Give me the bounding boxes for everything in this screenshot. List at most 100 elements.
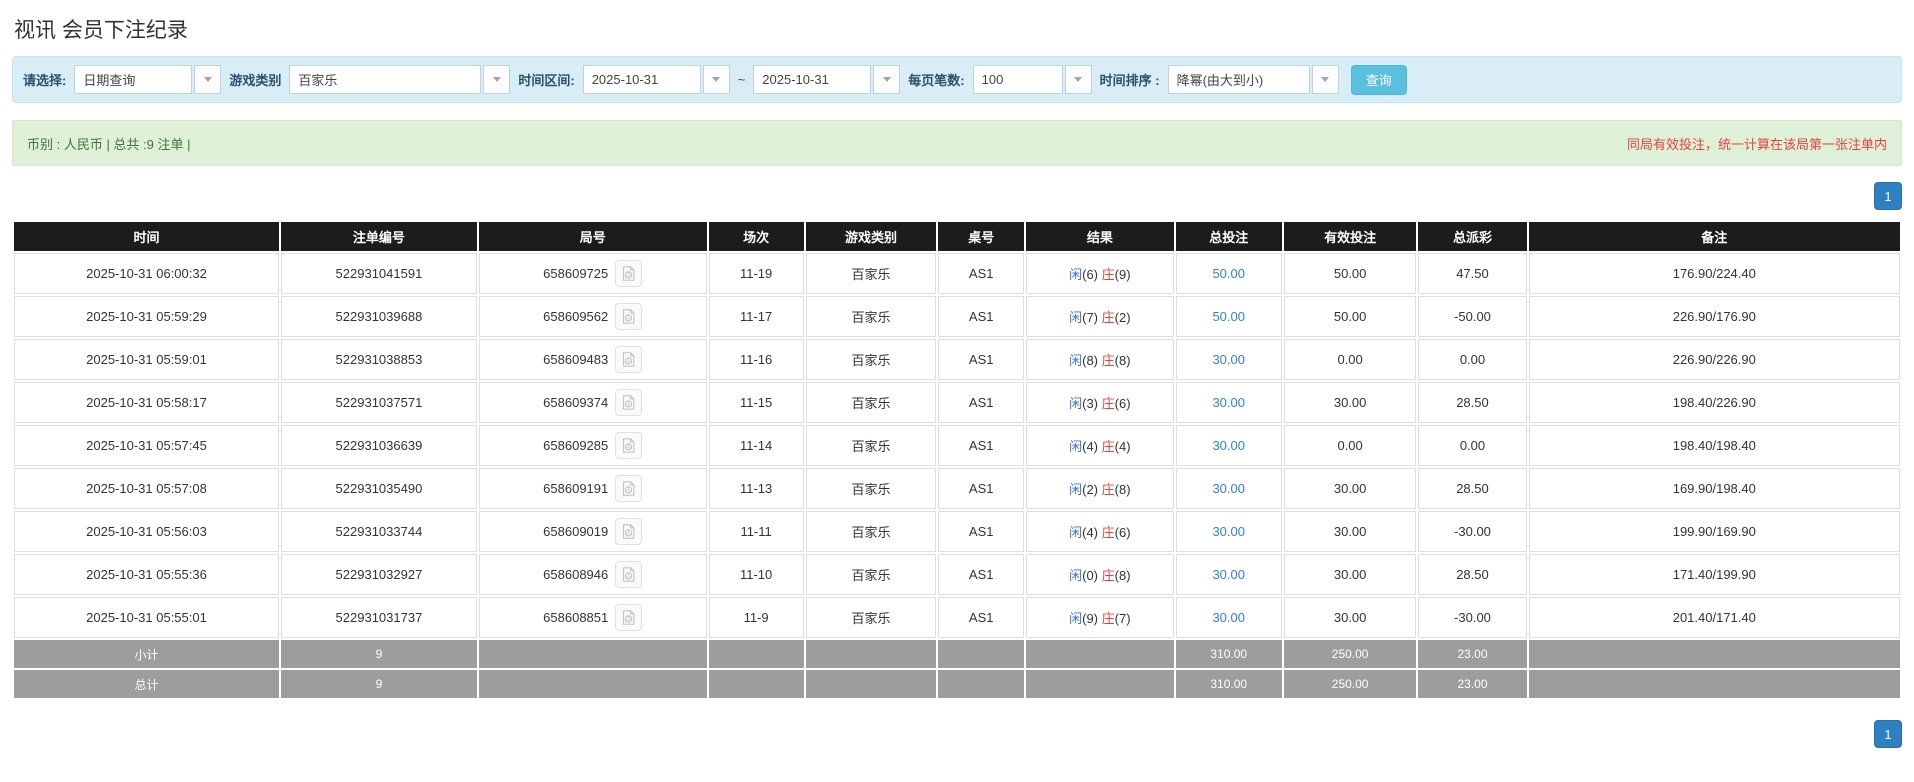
cell-total-bet: 30.00 (1175, 425, 1282, 466)
cell-payout: 28.50 (1418, 554, 1527, 595)
video-replay-icon[interactable] (615, 475, 643, 502)
caret-down-icon (882, 77, 891, 82)
game-type-dropdown[interactable]: 百家乐 (289, 65, 511, 94)
cell-game-type: 百家乐 (805, 339, 937, 380)
cell-valid-bet: 0.00 (1283, 339, 1417, 380)
cell-bet-id: 522931038853 (280, 339, 477, 380)
date-to-dropdown[interactable]: 2025-10-31 (753, 65, 901, 94)
grand-total-row: 总计 9 310.00 250.00 23.00 (14, 670, 1900, 698)
cell-remark: 226.90/226.90 (1528, 339, 1900, 380)
subtotal-payout: 23.00 (1418, 640, 1527, 668)
game-type-dropdown-button[interactable] (483, 65, 511, 94)
page-size-dropdown[interactable]: 100 (972, 65, 1092, 94)
grand-total-count: 9 (280, 670, 477, 698)
cell-table-no: AS1 (938, 511, 1025, 552)
pagination-top: 1 (12, 182, 1902, 210)
total-bet-link[interactable]: 30.00 (1212, 352, 1245, 367)
cell-remark: 226.90/176.90 (1528, 296, 1900, 337)
table-header-row: 时间 注单编号 局号 场次 游戏类别 桌号 结果 总投注 有效投注 总派彩 备注 (14, 222, 1900, 251)
total-bet-link[interactable]: 30.00 (1212, 567, 1245, 582)
cell-payout: -30.00 (1418, 511, 1527, 552)
total-bet-link[interactable]: 50.00 (1212, 266, 1245, 281)
col-header-time: 时间 (14, 222, 279, 251)
date-from-value[interactable]: 2025-10-31 (582, 65, 701, 94)
cell-bet-id: 522931041591 (280, 253, 477, 294)
total-bet-link[interactable]: 50.00 (1212, 309, 1245, 324)
cell-game-type: 百家乐 (805, 425, 937, 466)
cell-bet-id: 522931037571 (280, 382, 477, 423)
total-bet-link[interactable]: 30.00 (1212, 395, 1245, 410)
cell-table-no: AS1 (938, 425, 1025, 466)
cell-session: 11-13 (708, 468, 804, 509)
page-size-value[interactable]: 100 (972, 65, 1063, 94)
video-replay-icon[interactable] (615, 303, 643, 330)
cell-table-no: AS1 (938, 468, 1025, 509)
date-range-label: 时间区间: (518, 73, 575, 88)
total-bet-link[interactable]: 30.00 (1212, 481, 1245, 496)
time-sort-dropdown-button[interactable] (1311, 65, 1339, 94)
grand-total-total-bet: 310.00 (1175, 670, 1282, 698)
cell-remark: 199.90/169.90 (1528, 511, 1900, 552)
select-mode-dropdown-button[interactable] (194, 65, 222, 94)
video-replay-icon[interactable] (615, 389, 643, 416)
cell-bet-id: 522931035490 (280, 468, 477, 509)
cell-result: 闲(2) 庄(8) (1026, 468, 1174, 509)
time-sort-dropdown[interactable]: 降幂(由大到小) (1167, 65, 1339, 94)
cell-round-id: 658609562 (478, 296, 707, 337)
select-mode-value[interactable]: 日期查询 (74, 65, 193, 94)
video-replay-icon[interactable] (615, 432, 643, 459)
subtotal-row: 小计 9 310.00 250.00 23.00 (14, 640, 1900, 668)
subtotal-count: 9 (280, 640, 477, 668)
caret-down-icon (712, 77, 721, 82)
video-replay-icon[interactable] (615, 561, 643, 588)
cell-game-type: 百家乐 (805, 511, 937, 552)
cell-table-no: AS1 (938, 597, 1025, 638)
col-header-remark: 备注 (1528, 222, 1900, 251)
cell-game-type: 百家乐 (805, 597, 937, 638)
cell-result: 闲(4) 庄(4) (1026, 425, 1174, 466)
col-header-session: 场次 (708, 222, 804, 251)
cell-bet-id: 522931039688 (280, 296, 477, 337)
video-replay-icon[interactable] (615, 604, 643, 631)
table-row: 2025-10-31 05:55:01 522931031737 6586088… (14, 597, 1900, 638)
video-replay-icon[interactable] (615, 260, 643, 287)
cell-valid-bet: 0.00 (1283, 425, 1417, 466)
total-bet-link[interactable]: 30.00 (1212, 524, 1245, 539)
cell-bet-id: 522931032927 (280, 554, 477, 595)
date-to-value[interactable]: 2025-10-31 (753, 65, 872, 94)
cell-session: 11-14 (708, 425, 804, 466)
valid-bet-note: 同局有效投注，统一计算在该局第一张注单内 (1626, 136, 1887, 152)
game-type-label: 游戏类别 (229, 73, 282, 88)
page-size-dropdown-button[interactable] (1064, 65, 1092, 94)
select-mode-dropdown[interactable]: 日期查询 (74, 65, 222, 94)
page-1-button[interactable]: 1 (1874, 720, 1902, 748)
date-to-dropdown-button[interactable] (873, 65, 901, 94)
total-bet-link[interactable]: 30.00 (1212, 610, 1245, 625)
search-button[interactable]: 查询 (1350, 64, 1407, 95)
video-replay-icon[interactable] (615, 346, 643, 373)
subtotal-valid-bet: 250.00 (1283, 640, 1417, 668)
cell-session: 11-16 (708, 339, 804, 380)
total-bet-link[interactable]: 30.00 (1212, 438, 1245, 453)
caret-down-icon (203, 77, 212, 82)
date-from-dropdown[interactable]: 2025-10-31 (582, 65, 730, 94)
table-row: 2025-10-31 05:57:45 522931036639 6586092… (14, 425, 1900, 466)
page-title: 视讯 会员下注纪录 (14, 19, 188, 42)
col-header-result: 结果 (1026, 222, 1174, 251)
cell-time: 2025-10-31 05:58:17 (14, 382, 279, 423)
page-1-button[interactable]: 1 (1874, 182, 1902, 210)
cell-result: 闲(9) 庄(7) (1026, 597, 1174, 638)
date-from-dropdown-button[interactable] (702, 65, 730, 94)
cell-total-bet: 30.00 (1175, 468, 1282, 509)
video-replay-icon[interactable] (615, 518, 643, 545)
date-range-tilde: ~ (737, 72, 746, 87)
cell-payout: 0.00 (1418, 339, 1527, 380)
pagination-bottom: 1 (12, 720, 1902, 748)
cell-valid-bet: 30.00 (1283, 511, 1417, 552)
cell-result: 闲(7) 庄(2) (1026, 296, 1174, 337)
time-sort-value[interactable]: 降幂(由大到小) (1167, 65, 1310, 94)
game-type-value[interactable]: 百家乐 (289, 65, 482, 94)
page-size-label: 每页笔数: (908, 73, 965, 88)
cell-remark: 198.40/226.90 (1528, 382, 1900, 423)
cell-remark: 198.40/198.40 (1528, 425, 1900, 466)
